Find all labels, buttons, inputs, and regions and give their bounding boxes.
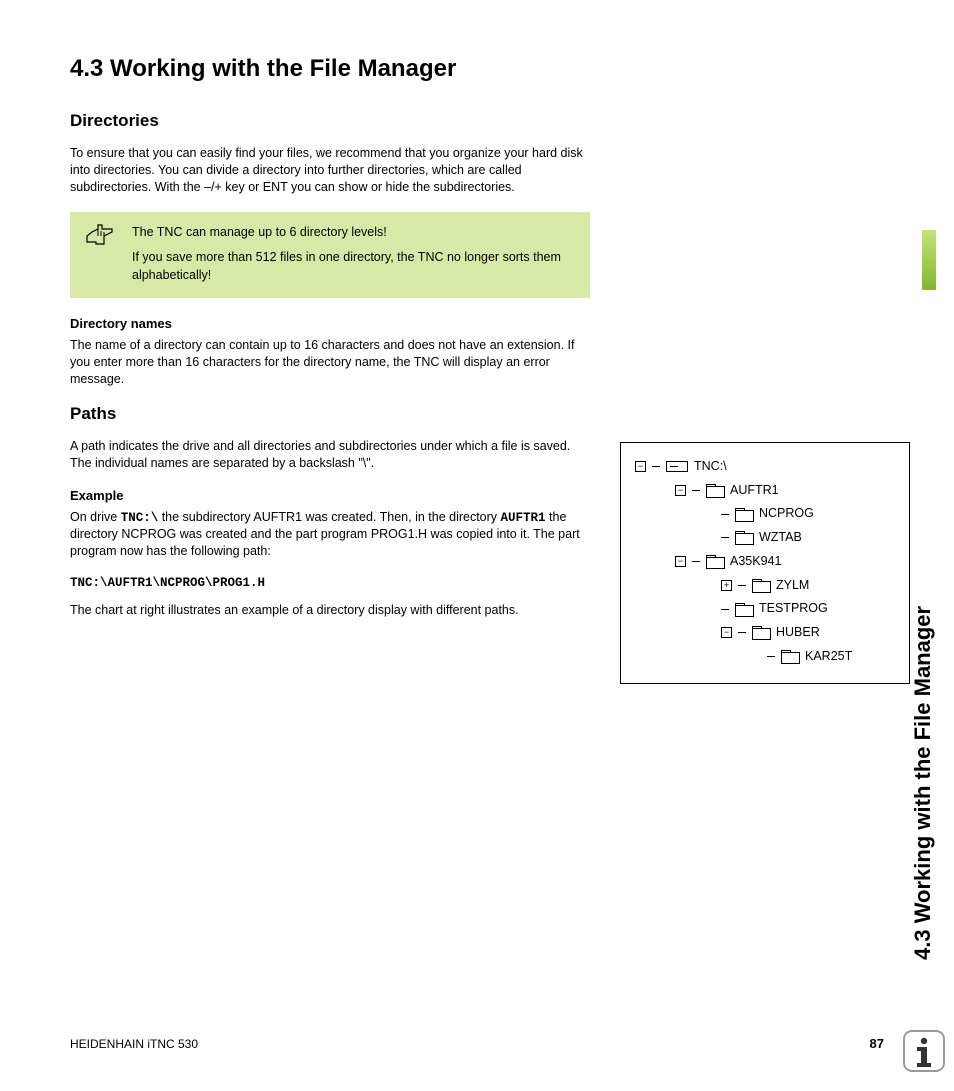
directory-names-heading: Directory names (70, 316, 884, 331)
minus-icon: − (675, 485, 686, 496)
example-text: On drive TNC:\ the subdirectory AUFTR1 w… (70, 509, 590, 561)
tree-label: HUBER (776, 621, 820, 645)
drive-icon (666, 461, 688, 472)
example-pre: On drive (70, 510, 121, 524)
directories-heading: Directories (70, 111, 884, 131)
directory-tree: − TNC:\ − AUFTR1 NCPROG (620, 442, 910, 684)
folder-icon (735, 603, 753, 616)
tree-label: KAR25T (805, 645, 852, 669)
plus-icon: + (721, 580, 732, 591)
footer-product: HEIDENHAIN iTNC 530 (70, 1037, 198, 1051)
hand-pointer-icon (84, 222, 116, 248)
paths-intro: A path indicates the drive and all direc… (70, 438, 590, 472)
tree-label: AUFTR1 (730, 479, 779, 503)
folder-icon (706, 484, 724, 497)
tree-root-row: − TNC:\ (635, 455, 895, 479)
note-box: The TNC can manage up to 6 directory lev… (70, 212, 590, 299)
folder-icon (752, 579, 770, 592)
tree-node-ncprog: NCPROG (635, 502, 895, 526)
directory-names-text: The name of a directory can contain up t… (70, 337, 590, 388)
tree-node-kar25t: KAR25T (635, 645, 895, 669)
footer-page-number: 87 (870, 1036, 884, 1051)
tree-root-label: TNC:\ (694, 455, 727, 479)
minus-icon: − (675, 556, 686, 567)
tree-label: NCPROG (759, 502, 814, 526)
example-drive: TNC:\ (121, 511, 159, 525)
note-line-2: If you save more than 512 files in one d… (132, 249, 576, 284)
example-heading: Example (70, 488, 590, 503)
minus-icon: − (635, 461, 646, 472)
directories-intro: To ensure that you can easily find your … (70, 145, 590, 196)
folder-icon (735, 531, 753, 544)
folder-icon (752, 626, 770, 639)
side-tab: 4.3 Working with the File Manager (898, 40, 936, 500)
chart-note: The chart at right illustrates an exampl… (70, 602, 590, 619)
path-line: TNC:\AUFTR1\NCPROG\PROG1.H (70, 576, 590, 590)
tree-label: TESTPROG (759, 597, 828, 621)
tree-label: A35K941 (730, 550, 781, 574)
minus-icon: − (721, 627, 732, 638)
example-dir: AUFTR1 (501, 511, 546, 525)
example-mid1: the subdirectory AUFTR1 was created. The… (158, 510, 500, 524)
tree-label: ZYLM (776, 574, 809, 598)
tree-label: WZTAB (759, 526, 802, 550)
page-footer: HEIDENHAIN iTNC 530 87 (70, 1036, 884, 1051)
folder-icon (735, 508, 753, 521)
side-accent (922, 230, 936, 290)
tree-node-wztab: WZTAB (635, 526, 895, 550)
tree-node-huber: − HUBER (635, 621, 895, 645)
tree-node-auftr1: − AUFTR1 (635, 479, 895, 503)
tree-node-zylm: + ZYLM (635, 574, 895, 598)
section-title: 4.3 Working with the File Manager (70, 55, 884, 83)
folder-icon (781, 650, 799, 663)
info-icon (902, 1029, 946, 1073)
paths-heading: Paths (70, 404, 884, 424)
side-tab-text: 4.3 Working with the File Manager (910, 500, 936, 960)
tree-node-testprog: TESTPROG (635, 597, 895, 621)
tree-node-a35k941: − A35K941 (635, 550, 895, 574)
note-line-1: The TNC can manage up to 6 directory lev… (132, 224, 576, 242)
folder-icon (706, 555, 724, 568)
